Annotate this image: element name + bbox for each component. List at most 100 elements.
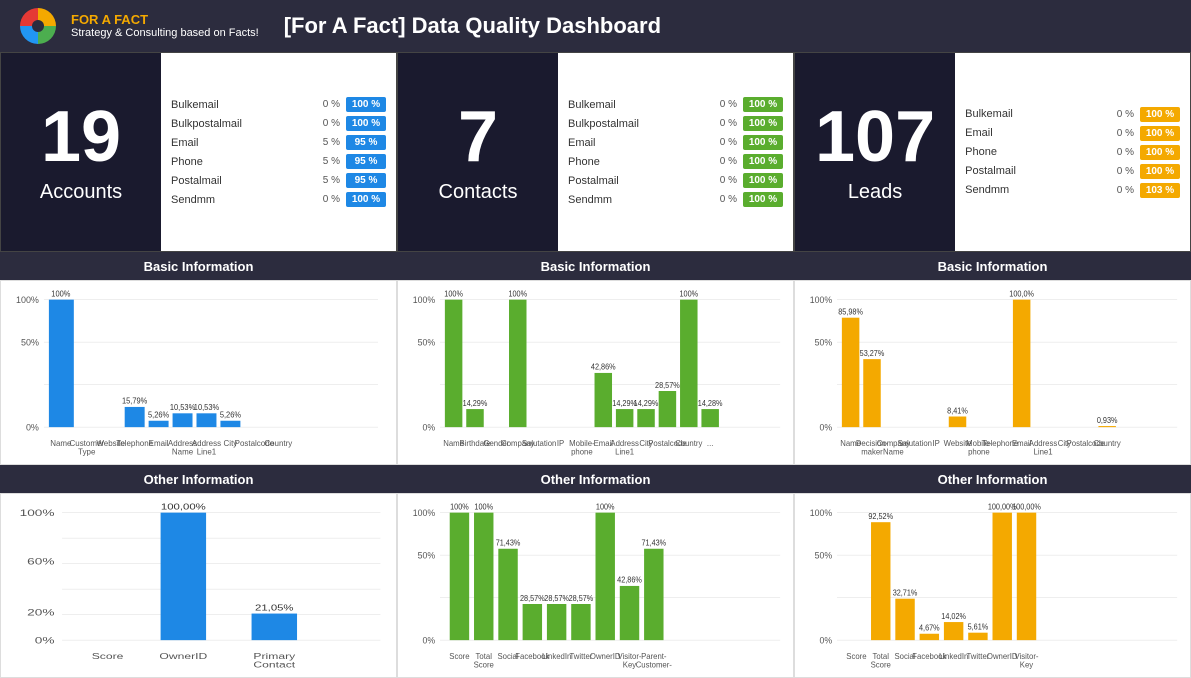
contacts-basic-chart-svg: 100% 50% 0% 100% Name 14,29% Birthdate G… [406, 289, 785, 459]
list-item: Bulkpostalmail 0 % 100 % [171, 116, 386, 131]
accounts-label: Accounts [40, 181, 122, 204]
svg-text:LinkedIn: LinkedIn [939, 652, 968, 661]
contacts-stat: 7 Contacts [398, 53, 558, 251]
logo-text: FOR A FACT Strategy & Consulting based o… [71, 12, 259, 41]
svg-text:100,00%: 100,00% [161, 503, 206, 512]
svg-text:42,86%: 42,86% [591, 362, 616, 371]
svg-text:100%: 100% [16, 295, 39, 305]
svg-text:Salutation: Salutation [522, 439, 556, 448]
svg-text:Score: Score [474, 660, 495, 669]
svg-text:4,67%: 4,67% [919, 623, 940, 632]
svg-text:0%: 0% [820, 635, 833, 645]
brand-tagline: Strategy & Consulting based on Facts! [71, 27, 259, 40]
svg-text:100%: 100% [51, 289, 70, 298]
svg-text:maker: maker [861, 447, 883, 456]
list-item: Sendmm 0 % 100 % [568, 192, 783, 207]
list-item: Postalmail 0 % 100 % [965, 164, 1180, 179]
svg-text:42,86%: 42,86% [617, 575, 642, 584]
contacts-label: Contacts [439, 181, 518, 204]
svg-text:14,28%: 14,28% [698, 399, 723, 408]
accounts-basic-chart: 100% 50% 0% 100% Name Customer Type Webs… [0, 280, 397, 465]
svg-text:100%: 100% [413, 294, 435, 304]
list-item: Phone 0 % 100 % [568, 154, 783, 169]
svg-text:100%: 100% [450, 502, 469, 511]
svg-text:100%: 100% [810, 507, 832, 517]
svg-text:Score: Score [449, 652, 470, 661]
svg-text:Contact: Contact [253, 661, 295, 670]
svg-text:0%: 0% [820, 422, 833, 432]
accounts-other-chart: 100% 60% 20% 0% Score 100,00% OwnerID 21… [0, 493, 397, 678]
svg-text:Email: Email [149, 439, 169, 448]
list-item: Sendmm 0 % 100 % [171, 192, 386, 207]
accounts-stat: 19 Accounts [1, 53, 161, 251]
list-item: Bulkemail 0 % 100 % [965, 107, 1180, 122]
svg-text:Line1: Line1 [1034, 447, 1053, 456]
svg-text:100%: 100% [444, 289, 463, 298]
list-item: Email 5 % 95 % [171, 135, 386, 150]
leads-basic-chart-svg: 100% 50% 0% 85,98% Name 53,27% Decision-… [803, 289, 1182, 459]
svg-text:50%: 50% [815, 550, 832, 560]
list-item: Phone 0 % 100 % [965, 145, 1180, 160]
svg-text:0%: 0% [423, 422, 436, 432]
svg-text:Country: Country [675, 439, 703, 448]
svg-text:60%: 60% [27, 557, 55, 568]
main-grid: 19 Accounts Bulkemail 0 % 100 % Bulkpost… [0, 52, 1191, 667]
svg-text:20%: 20% [27, 608, 55, 619]
contacts-table: Bulkemail 0 % 100 % Bulkpostalmail 0 % 1… [558, 53, 793, 251]
svg-text:0%: 0% [26, 422, 39, 432]
svg-text:28,57%: 28,57% [655, 381, 680, 390]
svg-text:0%: 0% [35, 635, 55, 646]
svg-text:100%: 100% [20, 508, 55, 519]
leads-number: 107 [815, 101, 935, 173]
svg-text:71,43%: 71,43% [496, 538, 521, 547]
svg-text:14,29%: 14,29% [463, 399, 488, 408]
svg-text:Customer-: Customer- [636, 660, 672, 669]
leads-other-section: Other Information 100% 50% 0% Score 92,5… [794, 465, 1191, 678]
accounts-other-chart-svg: 100% 60% 20% 0% Score 100,00% OwnerID 21… [9, 502, 388, 672]
contacts-basic-header: Basic Information [397, 252, 794, 280]
svg-text:8,41%: 8,41% [947, 406, 968, 415]
leads-basic-chart: 100% 50% 0% 85,98% Name 53,27% Decision-… [794, 280, 1191, 465]
svg-text:28,57%: 28,57% [544, 594, 569, 603]
svg-text:100,00%: 100,00% [1012, 502, 1041, 511]
svg-text:50%: 50% [815, 337, 832, 347]
svg-text:50%: 50% [418, 550, 435, 560]
accounts-other-header: Other Information [0, 465, 397, 493]
svg-text:5,61%: 5,61% [968, 622, 989, 631]
list-item: Email 0 % 100 % [965, 126, 1180, 141]
svg-text:14,02%: 14,02% [941, 612, 966, 621]
page-title: [For A Fact] Data Quality Dashboard [284, 13, 661, 39]
contacts-number: 7 [458, 101, 498, 173]
leads-other-chart-svg: 100% 50% 0% Score 92,52% Total Score 32,… [803, 502, 1182, 672]
list-item: Postalmail 5 % 95 % [171, 173, 386, 188]
svg-text:IP: IP [932, 439, 939, 448]
leads-label: Leads [848, 181, 903, 204]
contacts-basic-chart: 100% 50% 0% 100% Name 14,29% Birthdate G… [397, 280, 794, 465]
svg-text:100%: 100% [596, 502, 615, 511]
svg-text:Country: Country [264, 439, 293, 448]
accounts-basic-header: Basic Information [0, 252, 397, 280]
accounts-other-section: Other Information 100% 60% 20% 0% Score … [0, 465, 397, 678]
accounts-panel: 19 Accounts Bulkemail 0 % 100 % Bulkpost… [0, 52, 397, 252]
svg-text:10,53%: 10,53% [194, 403, 219, 412]
svg-text:IP: IP [557, 439, 564, 448]
svg-text:0%: 0% [423, 635, 436, 645]
svg-text:14,29%: 14,29% [634, 399, 659, 408]
svg-text:Score: Score [92, 653, 124, 662]
svg-text:Line1: Line1 [615, 447, 634, 456]
svg-text:5,26%: 5,26% [148, 410, 169, 419]
leads-stat: 107 Leads [795, 53, 955, 251]
logo-icon [20, 8, 56, 44]
svg-text:5,26%: 5,26% [220, 410, 241, 419]
svg-text:53,27%: 53,27% [860, 349, 885, 358]
contacts-other-chart-svg: 100% 50% 0% 100% Score 100% Total Score … [406, 502, 785, 672]
header: FOR A FACT Strategy & Consulting based o… [0, 0, 1191, 52]
leads-basic-header: Basic Information [794, 252, 1191, 280]
leads-panel: 107 Leads Bulkemail 0 % 100 % Email 0 % … [794, 52, 1191, 252]
svg-text:100%: 100% [810, 294, 832, 304]
svg-text:28,57%: 28,57% [520, 594, 545, 603]
svg-text:100,0%: 100,0% [1009, 289, 1034, 298]
leads-basic-section: Basic Information 100% 50% 0% 85,98% Nam… [794, 252, 1191, 465]
leads-other-header: Other Information [794, 465, 1191, 493]
svg-text:50%: 50% [21, 337, 39, 347]
